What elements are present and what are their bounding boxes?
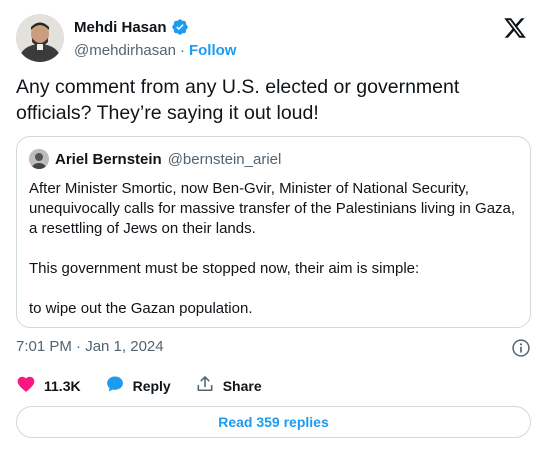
timestamp-link[interactable]: 7:01 PM · Jan 1, 2024 — [16, 338, 164, 355]
like-button[interactable]: 11.3K — [16, 374, 81, 399]
author-handle[interactable]: @mehdirhasan — [74, 42, 176, 59]
author-avatar[interactable] — [16, 14, 64, 62]
share-icon — [195, 374, 215, 399]
like-count: 11.3K — [44, 378, 81, 394]
quoted-paragraph: This government must be stopped now, the… — [29, 260, 420, 277]
read-replies-button[interactable]: Read 359 replies — [16, 406, 531, 438]
quoted-tweet[interactable]: Ariel Bernstein @bernstein_ariel After M… — [16, 136, 531, 328]
reply-button[interactable]: Reply — [105, 374, 171, 399]
reply-label: Reply — [132, 378, 171, 394]
quoted-author-name[interactable]: Ariel Bernstein — [55, 151, 162, 168]
action-bar: 11.3K Reply Share — [16, 374, 533, 398]
quoted-paragraph: After Minister Smortic, now Ben-Gvir, Mi… — [29, 180, 516, 237]
info-icon[interactable] — [511, 338, 531, 358]
heart-icon — [16, 374, 36, 399]
share-button[interactable]: Share — [195, 374, 262, 399]
author-info: Mehdi Hasan @mehdirhasan · Follow — [74, 17, 237, 60]
separator-dot: · — [179, 42, 185, 59]
quoted-author-handle[interactable]: @bernstein_ariel — [168, 151, 282, 168]
x-logo-icon[interactable] — [503, 16, 527, 40]
quoted-paragraph: to wipe out the Gazan population. — [29, 300, 253, 317]
verified-badge-icon — [171, 18, 189, 36]
reply-bubble-icon — [105, 374, 125, 399]
tweet-card: Mehdi Hasan @mehdirhasan · Follow Any co… — [0, 0, 549, 455]
tweet-meta: 7:01 PM · Jan 1, 2024 — [16, 338, 533, 358]
tweet-text: Any comment from any U.S. elected or gov… — [16, 76, 460, 124]
tweet-header: Mehdi Hasan @mehdirhasan · Follow — [16, 14, 533, 64]
quoted-author-avatar[interactable] — [29, 149, 49, 169]
follow-button[interactable]: Follow — [189, 42, 237, 59]
quoted-tweet-header: Ariel Bernstein @bernstein_ariel — [29, 149, 518, 169]
author-name[interactable]: Mehdi Hasan — [74, 19, 167, 36]
share-label: Share — [222, 378, 262, 394]
quoted-tweet-body: After Minister Smortic, now Ben-Gvir, Mi… — [29, 179, 518, 319]
